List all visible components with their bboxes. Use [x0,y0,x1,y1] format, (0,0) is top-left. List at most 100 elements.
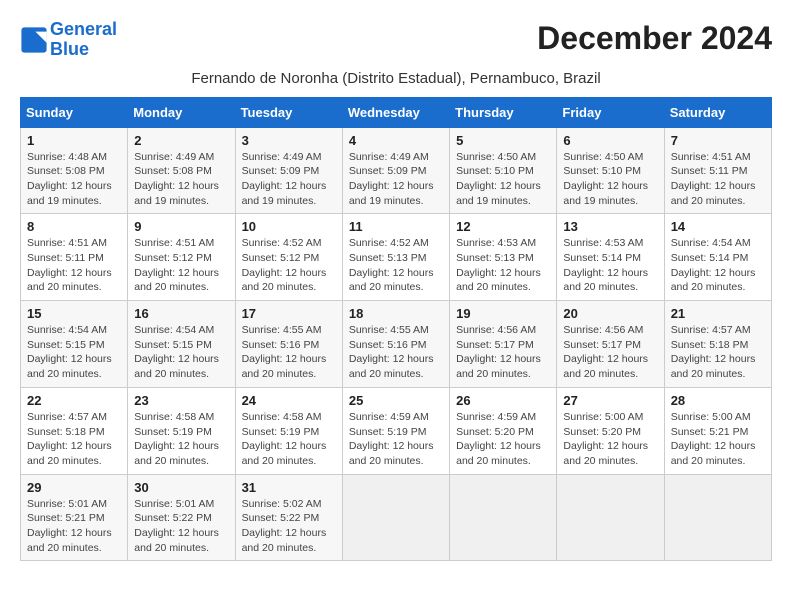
day-number: 8 [27,219,121,234]
day-number: 31 [242,480,336,495]
day-info: Sunrise: 4:59 AM Sunset: 5:20 PM Dayligh… [456,410,550,469]
calendar-week-4: 22Sunrise: 4:57 AM Sunset: 5:18 PM Dayli… [21,387,772,474]
day-info: Sunrise: 4:52 AM Sunset: 5:12 PM Dayligh… [242,236,336,295]
day-number: 23 [134,393,228,408]
calendar-cell: 19 Sunrise: 4:56 AM Sunset: 5:17 PM Dayli… [450,301,557,388]
day-number: 20 [563,306,657,321]
logo-blue: Blue [50,39,89,59]
calendar-week-2: 8 Sunrise: 4:51 AM Sunset: 5:11 PM Daylig… [21,214,772,301]
header-tuesday: Tuesday [235,97,342,127]
day-info: Sunrise: 4:54 AM Sunset: 5:15 PM Dayligh… [27,323,121,382]
day-number: 25 [349,393,443,408]
calendar-week-1: 1 Sunrise: 4:48 AM Sunset: 5:08 PM Daylig… [21,127,772,214]
page-title: December 2024 [537,20,772,57]
day-number: 21 [671,306,765,321]
day-number: 5 [456,133,550,148]
day-info: Sunrise: 4:56 AM Sunset: 5:17 PM Dayligh… [456,323,550,382]
logo: General Blue [20,20,117,60]
day-info: Sunrise: 4:59 AM Sunset: 5:19 PM Dayligh… [349,410,443,469]
calendar-cell: 30 Sunrise: 5:01 AM Sunset: 5:22 PM Dayli… [128,474,235,561]
month-year-title: December 2024 [537,20,772,57]
day-info: Sunrise: 4:51 AM Sunset: 5:12 PM Dayligh… [134,236,228,295]
calendar-cell [664,474,771,561]
day-number: 29 [27,480,121,495]
header-saturday: Saturday [664,97,771,127]
calendar-cell: 7 Sunrise: 4:51 AM Sunset: 5:11 PM Daylig… [664,127,771,214]
day-info: Sunrise: 4:57 AM Sunset: 5:18 PM Dayligh… [671,323,765,382]
day-number: 18 [349,306,443,321]
day-info: Sunrise: 5:01 AM Sunset: 5:22 PM Dayligh… [134,497,228,556]
calendar-cell: 8 Sunrise: 4:51 AM Sunset: 5:11 PM Daylig… [21,214,128,301]
calendar-cell: 22Sunrise: 4:57 AM Sunset: 5:18 PM Dayli… [21,387,128,474]
day-info: Sunrise: 4:53 AM Sunset: 5:14 PM Dayligh… [563,236,657,295]
day-number: 1 [27,133,121,148]
calendar-cell: 29 Sunrise: 5:01 AM Sunset: 5:21 PM Dayli… [21,474,128,561]
calendar-cell: 25 Sunrise: 4:59 AM Sunset: 5:19 PM Dayli… [342,387,449,474]
day-info: Sunrise: 4:54 AM Sunset: 5:15 PM Dayligh… [134,323,228,382]
calendar-cell [450,474,557,561]
calendar-cell: 31 Sunrise: 5:02 AM Sunset: 5:22 PM Dayli… [235,474,342,561]
day-info: Sunrise: 5:00 AM Sunset: 5:21 PM Dayligh… [671,410,765,469]
day-number: 12 [456,219,550,234]
day-info: Sunrise: 5:01 AM Sunset: 5:21 PM Dayligh… [27,497,121,556]
day-number: 2 [134,133,228,148]
day-number: 11 [349,219,443,234]
day-number: 28 [671,393,765,408]
header-monday: Monday [128,97,235,127]
location-subtitle: Fernando de Noronha (Distrito Estadual),… [20,70,772,87]
day-number: 30 [134,480,228,495]
day-number: 7 [671,133,765,148]
day-number: 19 [456,306,550,321]
day-info: Sunrise: 4:49 AM Sunset: 5:09 PM Dayligh… [242,150,336,209]
calendar-cell: 27Sunrise: 5:00 AM Sunset: 5:20 PM Dayli… [557,387,664,474]
day-info: Sunrise: 4:50 AM Sunset: 5:10 PM Dayligh… [563,150,657,209]
logo-general: General [50,19,117,39]
calendar-cell: 3 Sunrise: 4:49 AM Sunset: 5:09 PM Daylig… [235,127,342,214]
day-number: 13 [563,219,657,234]
day-info: Sunrise: 4:50 AM Sunset: 5:10 PM Dayligh… [456,150,550,209]
calendar-cell: 5 Sunrise: 4:50 AM Sunset: 5:10 PM Daylig… [450,127,557,214]
calendar-week-3: 15 Sunrise: 4:54 AM Sunset: 5:15 PM Dayli… [21,301,772,388]
calendar-cell: 20 Sunrise: 4:56 AM Sunset: 5:17 PM Dayli… [557,301,664,388]
calendar-cell: 26 Sunrise: 4:59 AM Sunset: 5:20 PM Dayli… [450,387,557,474]
calendar-cell [557,474,664,561]
calendar-cell: 21 Sunrise: 4:57 AM Sunset: 5:18 PM Dayli… [664,301,771,388]
day-info: Sunrise: 4:53 AM Sunset: 5:13 PM Dayligh… [456,236,550,295]
calendar-cell: 14 Sunrise: 4:54 AM Sunset: 5:14 PM Dayli… [664,214,771,301]
day-info: Sunrise: 5:00 AM Sunset: 5:20 PM Dayligh… [563,410,657,469]
day-info: Sunrise: 4:55 AM Sunset: 5:16 PM Dayligh… [349,323,443,382]
day-info: Sunrise: 4:54 AM Sunset: 5:14 PM Dayligh… [671,236,765,295]
day-info: Sunrise: 4:55 AM Sunset: 5:16 PM Dayligh… [242,323,336,382]
calendar-cell: 15 Sunrise: 4:54 AM Sunset: 5:15 PM Dayli… [21,301,128,388]
calendar-cell: 10Sunrise: 4:52 AM Sunset: 5:12 PM Dayli… [235,214,342,301]
header-wednesday: Wednesday [342,97,449,127]
day-number: 15 [27,306,121,321]
calendar-cell: 4 Sunrise: 4:49 AM Sunset: 5:09 PM Daylig… [342,127,449,214]
calendar-cell: 1 Sunrise: 4:48 AM Sunset: 5:08 PM Daylig… [21,127,128,214]
day-info: Sunrise: 4:51 AM Sunset: 5:11 PM Dayligh… [671,150,765,209]
calendar-cell: 23 Sunrise: 4:58 AM Sunset: 5:19 PM Dayli… [128,387,235,474]
day-info: Sunrise: 4:52 AM Sunset: 5:13 PM Dayligh… [349,236,443,295]
day-number: 26 [456,393,550,408]
day-number: 3 [242,133,336,148]
day-info: Sunrise: 4:58 AM Sunset: 5:19 PM Dayligh… [134,410,228,469]
day-number: 4 [349,133,443,148]
day-number: 24 [242,393,336,408]
calendar-table: SundayMondayTuesdayWednesdayThursdayFrid… [20,97,772,562]
day-number: 14 [671,219,765,234]
day-info: Sunrise: 4:49 AM Sunset: 5:09 PM Dayligh… [349,150,443,209]
day-number: 17 [242,306,336,321]
day-info: Sunrise: 5:02 AM Sunset: 5:22 PM Dayligh… [242,497,336,556]
calendar-cell: 11 Sunrise: 4:52 AM Sunset: 5:13 PM Dayli… [342,214,449,301]
day-info: Sunrise: 4:48 AM Sunset: 5:08 PM Dayligh… [27,150,121,209]
calendar-cell [342,474,449,561]
day-info: Sunrise: 4:58 AM Sunset: 5:19 PM Dayligh… [242,410,336,469]
calendar-cell: 18 Sunrise: 4:55 AM Sunset: 5:16 PM Dayli… [342,301,449,388]
day-info: Sunrise: 4:56 AM Sunset: 5:17 PM Dayligh… [563,323,657,382]
calendar-cell: 9Sunrise: 4:51 AM Sunset: 5:12 PM Daylig… [128,214,235,301]
day-info: Sunrise: 4:51 AM Sunset: 5:11 PM Dayligh… [27,236,121,295]
header-thursday: Thursday [450,97,557,127]
calendar-cell: 13 Sunrise: 4:53 AM Sunset: 5:14 PM Dayli… [557,214,664,301]
calendar-cell: 6Sunrise: 4:50 AM Sunset: 5:10 PM Daylig… [557,127,664,214]
calendar-cell: 17 Sunrise: 4:55 AM Sunset: 5:16 PM Dayli… [235,301,342,388]
